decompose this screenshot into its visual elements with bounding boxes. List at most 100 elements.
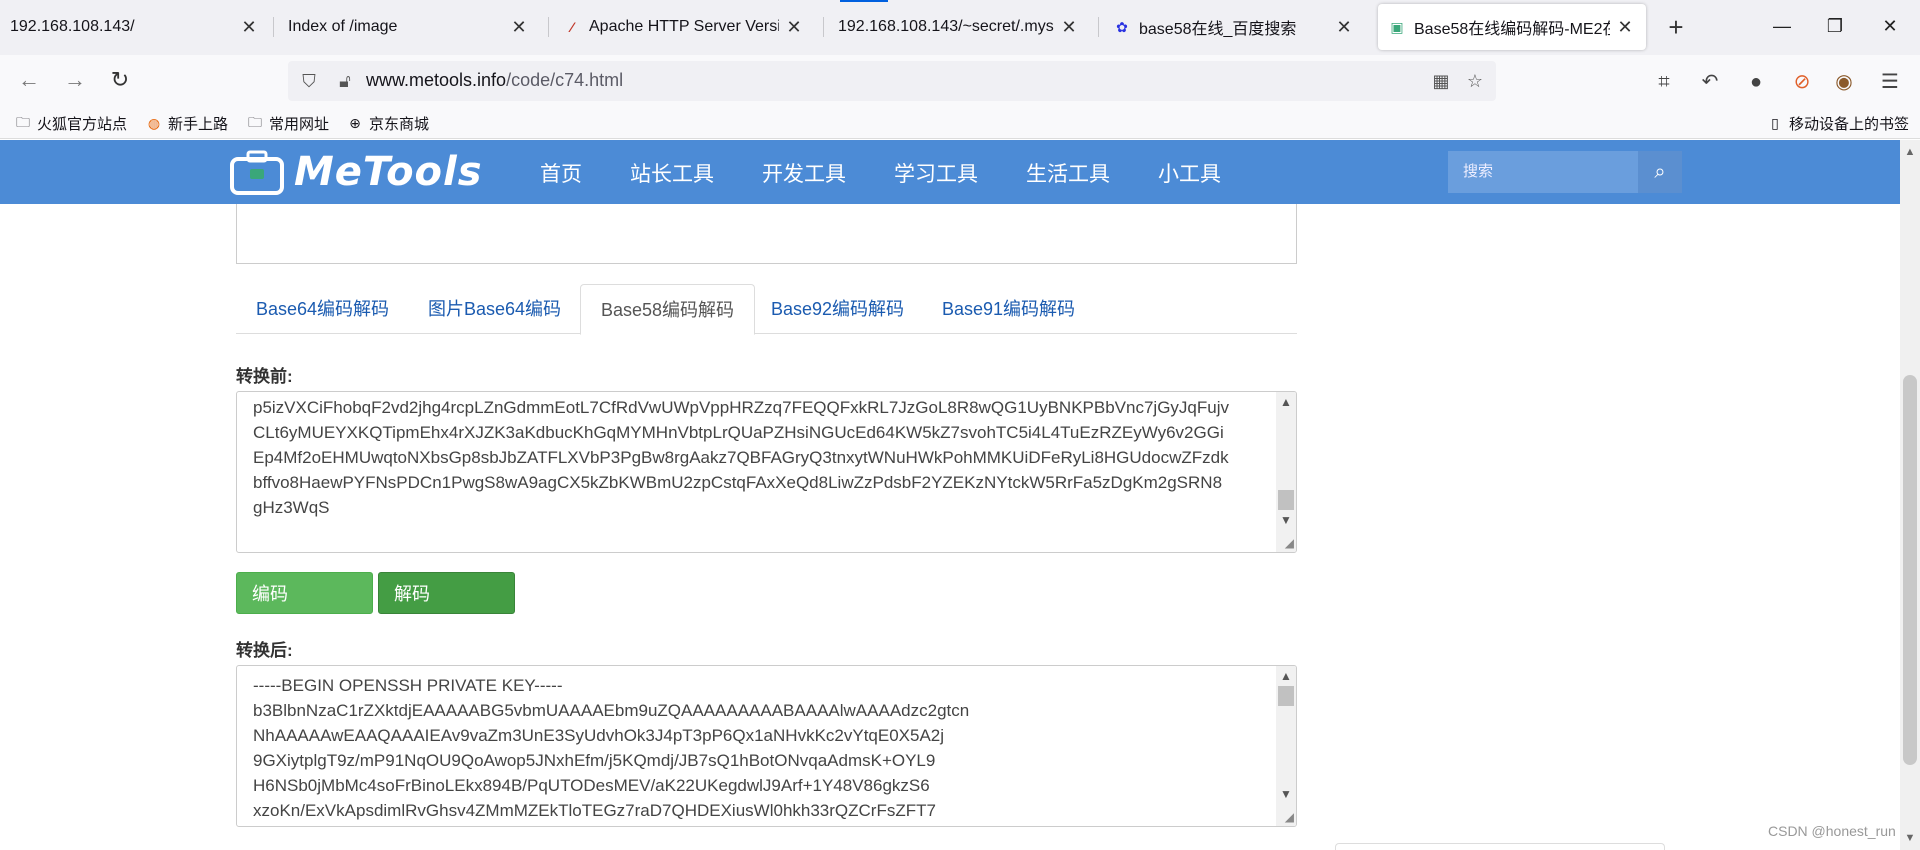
text-line: 9GXiytplgT9z/mP91NqOU9QoAwop5JNxhEfm/j5K… (253, 751, 936, 770)
tab-separator (1098, 17, 1099, 37)
scroll-up-icon[interactable]: ▲ (1276, 392, 1296, 412)
bookmark-star-icon[interactable]: ☆ (1462, 68, 1488, 94)
hamburger-menu-icon[interactable]: ☰ (1876, 68, 1904, 96)
bookmark-label: 移动设备上的书签 (1789, 116, 1910, 133)
browser-tab-2[interactable]: Index of /image ✕ (278, 4, 540, 50)
page-scroll-up-icon[interactable]: ▲ (1900, 142, 1920, 162)
tab-title: base58在线_百度搜索 (1139, 21, 1297, 38)
metools-icon: ▣ (1390, 18, 1404, 35)
undo-arrow-icon[interactable]: ↶ (1696, 68, 1724, 96)
mobile-bookmarks[interactable]: ▯ 移动设备上的书签 (1766, 113, 1909, 134)
bookmark-item[interactable]: 🗀︎ 火狐官方站点 (14, 113, 127, 134)
forward-arrow-icon[interactable]: → (60, 66, 90, 96)
url-text[interactable]: www.metools.info/code/c74.html (366, 70, 623, 91)
encode-base58-button[interactable]: 编码Base58> (236, 572, 373, 646)
mobile-device-icon: ▯ (1771, 115, 1779, 131)
window-close-icon[interactable]: ✕ (1870, 8, 1910, 44)
decode-base58-button[interactable]: 解码Base58> (378, 572, 515, 646)
bookmark-item[interactable]: 🗀︎ 常用网址 (246, 113, 329, 134)
shield-icon[interactable]: ⛉ (296, 68, 322, 94)
tab-separator (273, 17, 274, 37)
tab-title: 192.168.108.143/~secret/.mysec (838, 18, 1054, 35)
block-extension-icon[interactable]: ⊘ (1788, 68, 1816, 96)
qr-code-icon[interactable]: ▦ (1428, 68, 1454, 94)
close-icon[interactable]: ✕ (783, 17, 805, 38)
page-scroll-thumb[interactable] (1903, 375, 1917, 765)
nav-life-tools[interactable]: 生活工具 (1026, 158, 1110, 188)
toolbox-icon (230, 150, 284, 195)
browser-tab-3[interactable]: ⁄ Apache HTTP Server Version ✕ (553, 4, 815, 50)
output-text: -----BEGIN OPENSSH PRIVATE KEY----- b3Bl… (253, 673, 1263, 823)
text-line: H6NSb0jMbMc4soFrBinoLEkx894B/PqUTODesMEV… (253, 776, 930, 795)
tab-separator (823, 17, 824, 37)
page-scroll-down-icon[interactable]: ▼ (1900, 828, 1920, 848)
text-line: xzoKn/ExVkApsdimlRvGhsv4ZMmMZEkTloTEGz7r… (253, 801, 936, 820)
close-icon[interactable]: ✕ (1333, 17, 1355, 38)
nav-dev-tools[interactable]: 开发工具 (762, 158, 846, 188)
nav-small-tools[interactable]: 小工具 (1158, 158, 1221, 188)
close-icon[interactable]: ✕ (508, 17, 530, 38)
minimize-icon[interactable]: — (1762, 8, 1802, 44)
globe-icon: ⊕ (349, 115, 361, 131)
close-icon[interactable]: ✕ (1614, 17, 1636, 38)
resize-handle-icon[interactable]: ◢ (1285, 536, 1294, 550)
scroll-up-icon[interactable]: ▲ (1276, 666, 1296, 686)
site-nav: 首页 站长工具 开发工具 学习工具 生活工具 小工具 (540, 158, 1269, 188)
bookmark-item[interactable]: ⊕ 京东商城 (346, 113, 429, 134)
url-path: /code/c74.html (506, 70, 624, 90)
cookie-icon[interactable]: ◉ (1830, 68, 1858, 96)
lock-insecure-icon[interactable]: 🔓︎ (332, 68, 358, 94)
scroll-down-icon[interactable]: ▼ (1276, 784, 1296, 804)
tab-base58[interactable]: Base58编码解码 (580, 284, 756, 335)
text-line: -----BEGIN OPENSSH PRIVATE KEY----- (253, 676, 563, 695)
browser-tab-6-active[interactable]: ▣ Base58在线编码解码-ME2在线 ✕ (1378, 4, 1646, 50)
site-logo[interactable]: MeTools (230, 148, 483, 196)
tab-title: Apache HTTP Server Version (589, 18, 779, 35)
scroll-thumb[interactable] (1278, 490, 1294, 510)
browser-tab-5[interactable]: ✿ base58在线_百度搜索 ✕ (1103, 4, 1365, 50)
text-line: bffvo8HaewPYFNsPDCn1PwgS8wA9agCX5kZbKWBm… (253, 473, 1223, 492)
extension-icon[interactable]: ● (1742, 68, 1770, 96)
browser-tab-4[interactable]: 192.168.108.143/~secret/.mysec ✕ (828, 4, 1090, 50)
restore-icon[interactable]: ❐ (1815, 8, 1855, 44)
input-textarea[interactable]: p5izVXCiFhobqF2vd2jhg4rcpLZnGdmmEotL7CfR… (236, 391, 1297, 553)
bookmark-item[interactable]: ◍ 新手上路 (145, 113, 228, 134)
reload-icon[interactable]: ↻ (105, 66, 135, 96)
tab-base92[interactable]: Base92编码解码 (751, 284, 924, 334)
previous-panel (236, 204, 1297, 264)
text-line: gHz3WqS (253, 498, 330, 517)
tab-image-base64[interactable]: 图片Base64编码 (408, 284, 581, 334)
baidu-paw-icon: ✿ (1116, 18, 1128, 35)
nav-home[interactable]: 首页 (540, 158, 582, 188)
text-line: Ep4Mf2oEHMUwqtoNXbsGp8sbJbZATFLXVbP3PgBw… (253, 448, 1229, 467)
new-tab-plus-icon[interactable]: + (1660, 12, 1692, 44)
tab-base91[interactable]: Base91编码解码 (922, 284, 1095, 334)
scroll-thumb[interactable] (1278, 686, 1294, 706)
output-textarea[interactable]: -----BEGIN OPENSSH PRIVATE KEY----- b3Bl… (236, 665, 1297, 827)
bookmark-label: 火狐官方站点 (37, 116, 128, 133)
scroll-down-icon[interactable]: ▼ (1276, 510, 1296, 530)
back-arrow-icon[interactable]: ← (14, 66, 44, 96)
nav-webmaster-tools[interactable]: 站长工具 (630, 158, 714, 188)
bookmark-label: 京东商城 (369, 116, 430, 133)
nav-study-tools[interactable]: 学习工具 (894, 158, 978, 188)
resize-handle-icon[interactable]: ◢ (1285, 810, 1294, 824)
firefox-icon: ◍ (147, 115, 161, 131)
apache-feather-icon: ⁄ (570, 19, 574, 35)
text-line: b3BlbnNzaC1rZXktdjEAAAAABG5vbmUAAAAEbm9u… (253, 701, 970, 720)
output-label: 转换后: (236, 641, 293, 660)
crop-screenshot-icon[interactable]: ⌗ (1650, 68, 1678, 96)
tab-base64[interactable]: Base64编码解码 (236, 284, 409, 334)
text-line: p5izVXCiFhobqF2vd2jhg4rcpLZnGdmmEotL7CfR… (253, 398, 1229, 417)
tab-title: 192.168.108.143/ (10, 18, 135, 35)
textarea-scrollbar[interactable]: ▲ ▼ (1276, 666, 1296, 826)
browser-tab-1[interactable]: 192.168.108.143/ ✕ (0, 4, 270, 50)
input-label: 转换前: (236, 367, 293, 386)
url-host: www.metools.info (366, 70, 507, 90)
close-icon[interactable]: ✕ (1058, 17, 1080, 38)
close-icon[interactable]: ✕ (238, 17, 260, 38)
tab-title: Index of /image (288, 18, 398, 35)
textarea-scrollbar[interactable]: ▲ ▼ (1276, 392, 1296, 552)
search-icon[interactable]: ⌕ (1638, 151, 1682, 193)
site-search-input[interactable]: 搜索 (1448, 151, 1638, 193)
